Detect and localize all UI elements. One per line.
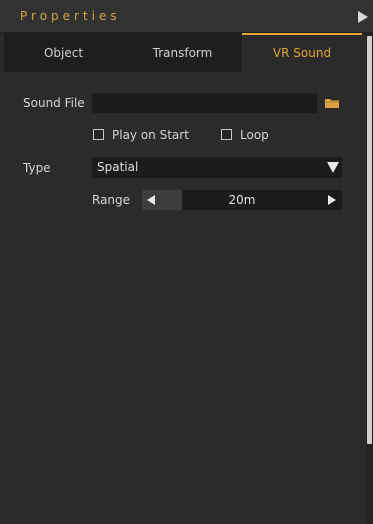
properties-panel: Properties Object Transform VR Sound Sou… xyxy=(0,0,373,524)
range-label: Range xyxy=(92,193,131,207)
triangle-down-icon xyxy=(327,162,339,173)
collapse-triangle-icon[interactable] xyxy=(357,10,369,24)
play-on-start-label: Play on Start xyxy=(112,128,189,142)
range-value: 20m xyxy=(228,193,256,207)
loop-label: Loop xyxy=(240,128,269,142)
play-on-start-checkbox[interactable] xyxy=(93,129,104,140)
tab-bar: Object Transform VR Sound xyxy=(4,33,362,72)
sound-file-input[interactable] xyxy=(92,93,317,113)
sound-file-label: Sound File xyxy=(23,96,85,110)
type-select[interactable]: Spatial xyxy=(92,157,342,178)
type-label: Type xyxy=(23,161,51,175)
panel-title: Properties xyxy=(20,9,121,23)
panel-titlebar: Properties xyxy=(0,0,373,33)
tab-vr-sound[interactable]: VR Sound xyxy=(242,33,362,72)
type-selected-value: Spatial xyxy=(97,160,139,174)
scrollbar-thumb[interactable] xyxy=(367,36,372,444)
tab-transform[interactable]: Transform xyxy=(123,33,242,72)
tab-object[interactable]: Object xyxy=(4,33,123,72)
loop-checkbox[interactable] xyxy=(221,129,232,140)
triangle-right-icon[interactable] xyxy=(328,195,336,205)
range-slider[interactable]: 20m xyxy=(142,190,342,210)
folder-icon[interactable] xyxy=(324,97,340,109)
